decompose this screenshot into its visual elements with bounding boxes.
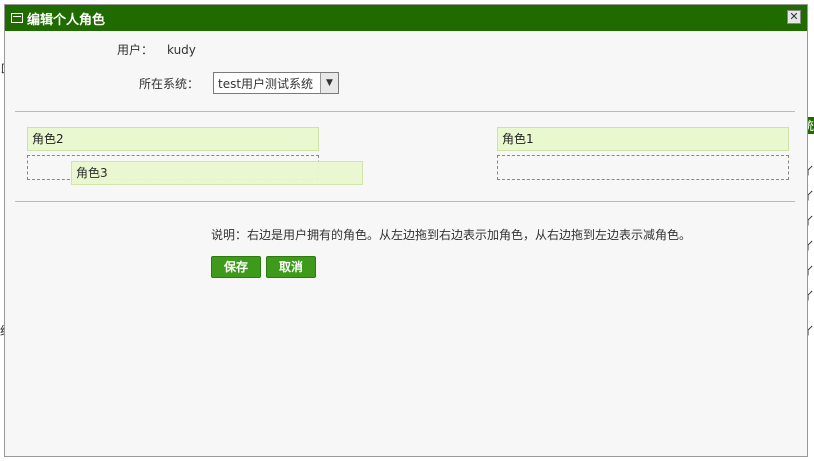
system-row: 所在系统： test用户测试系统 ▼	[99, 72, 339, 94]
edit-role-dialog: 编辑个人角色 ✕ 用户： kudy 所在系统： test用户测试系统 ▼ 角色2…	[4, 4, 808, 457]
right-drop-zone[interactable]	[497, 155, 789, 180]
divider-bottom	[15, 201, 795, 202]
role-item-dragging[interactable]: 角色3	[71, 161, 363, 185]
divider-top	[15, 111, 795, 112]
dialog-title: 编辑个人角色	[27, 12, 106, 28]
instruction-note: 说明：右边是用户拥有的角色。从左边拖到右边表示加角色，从右边拖到左边表示减角色。	[211, 228, 692, 242]
close-icon[interactable]: ✕	[787, 10, 801, 24]
user-label: 用户：	[116, 43, 153, 57]
system-select[interactable]: test用户测试系统 ▼	[213, 72, 339, 94]
user-value: kudy	[167, 42, 196, 57]
save-button[interactable]: 保存	[211, 256, 261, 278]
system-label: 所在系统：	[138, 76, 199, 91]
role-item-right[interactable]: 角色1	[497, 127, 789, 151]
dialog-titlebar[interactable]: 编辑个人角色 ✕	[5, 5, 807, 31]
dropdown-arrow-icon[interactable]: ▼	[320, 73, 338, 93]
cancel-button[interactable]: 取消	[266, 256, 316, 278]
user-row: 用户： kudy	[67, 41, 196, 58]
system-select-value: test用户测试系统	[218, 76, 314, 91]
role-item-left[interactable]: 角色2	[27, 127, 319, 151]
window-icon	[11, 13, 23, 23]
